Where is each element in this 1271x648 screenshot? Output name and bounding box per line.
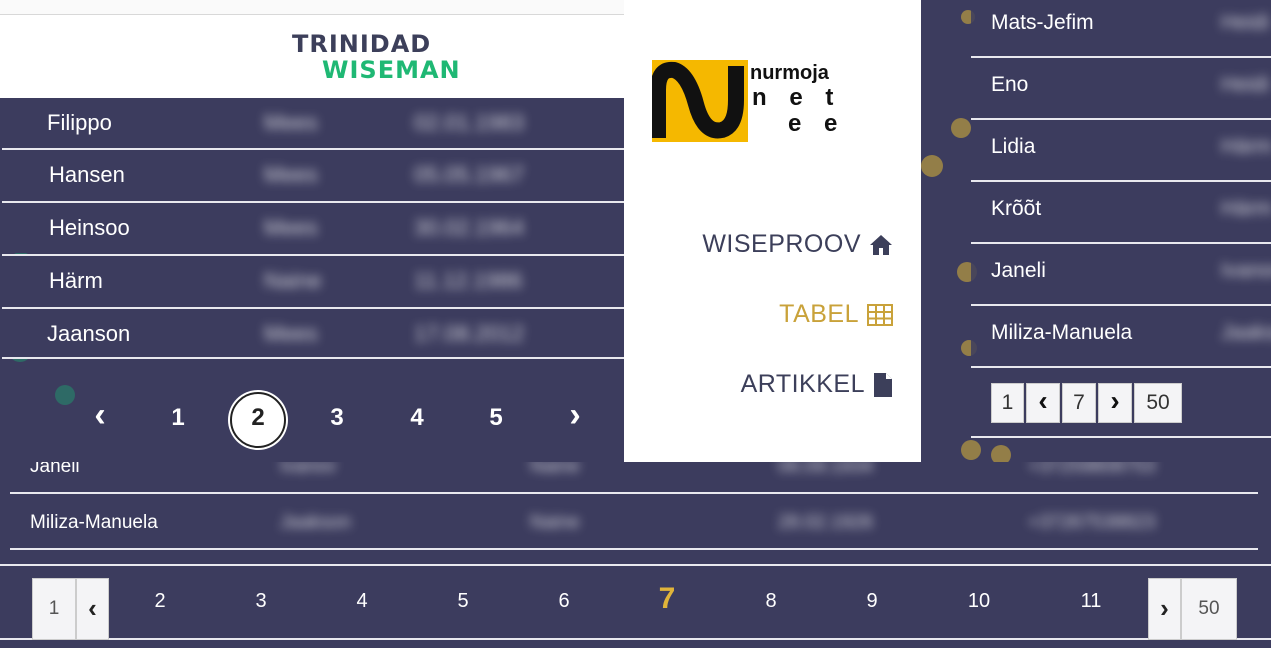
prev-page-button[interactable]: ‹ <box>76 578 109 640</box>
name-cell: Jaanson <box>47 321 131 346</box>
brand-logo-line1: TRINIDAD <box>292 30 432 58</box>
nurmoja-logo: nurmoja n e t e e <box>650 60 852 142</box>
extra-cell: Heidi <box>1221 73 1269 96</box>
page-link[interactable]: 5 <box>443 590 483 613</box>
name-cell: Heinsoo <box>49 215 130 240</box>
extra-cell: Härm <box>1221 135 1271 158</box>
bottom-pagination: 1 ‹ 2 3 4 5 6 7 8 9 10 11 › 50 <box>0 564 1271 640</box>
extra-cell: Ivanov <box>1221 259 1271 282</box>
gender-cell: Naine <box>264 268 322 293</box>
brand-logo-line2: WISEMAN <box>322 56 461 84</box>
table-row[interactable]: Krõõt Härm <box>971 182 1271 244</box>
date-cell: 11.12.1986 <box>414 268 523 293</box>
table-row[interactable]: Eno Heidi <box>971 58 1271 120</box>
date-cell: 30.02.1964 <box>414 215 525 240</box>
page-link[interactable]: 11 <box>1071 590 1111 613</box>
current-page[interactable]: 7 <box>1062 383 1096 423</box>
name-cell: Lidia <box>991 135 1036 158</box>
name-cell: Miliza-Manuela <box>991 321 1133 344</box>
table-row[interactable]: Miliza-Manuela Jaakson <box>971 306 1271 368</box>
name-cell: Janeli <box>991 259 1046 282</box>
extra-cell: Heidi <box>1221 11 1269 34</box>
page-last-button[interactable]: 50 <box>1134 383 1182 423</box>
decor-dot <box>961 440 981 460</box>
page-link[interactable]: 8 <box>751 590 791 613</box>
table-row[interactable]: Heinsoo Mees 30.02.1964 <box>2 201 624 253</box>
logo-text-line3: e e <box>788 110 846 137</box>
page-first-button[interactable]: 1 <box>991 383 1024 423</box>
next-page-button[interactable]: › <box>1148 578 1181 640</box>
name-cell: Hansen <box>49 162 125 187</box>
date-cell: 17.08.2012 <box>414 321 525 346</box>
decor-dot <box>55 385 75 405</box>
phone-cell: +37267538823 <box>1028 512 1156 533</box>
page-link[interactable]: 6 <box>544 590 584 613</box>
page-first-button[interactable]: 1 <box>32 578 76 640</box>
decor-dot <box>951 118 971 138</box>
name-cell: Mats-Jefim <box>991 11 1094 34</box>
page-link[interactable]: 2 <box>140 590 180 613</box>
name-cell: Filippo <box>47 110 112 135</box>
menu-item-artikkel[interactable]: ARTIKKEL <box>741 370 893 399</box>
page-link[interactable]: 5 <box>476 404 516 432</box>
next-page-button[interactable]: › <box>555 396 595 435</box>
table-row[interactable]: Miliza-Manuela Jaakson Naine 28.02.1926 … <box>10 496 1258 550</box>
menu-item-wiseproov[interactable]: WISEPROOV <box>702 230 893 259</box>
address-bar <box>0 0 624 15</box>
page-link[interactable]: 4 <box>342 590 382 613</box>
name-cell: Eno <box>991 73 1029 96</box>
menu-item-tabel[interactable]: TABEL <box>779 300 893 329</box>
home-icon <box>870 234 892 255</box>
name-cell: Krõõt <box>991 197 1042 220</box>
extra-cell: Härm <box>1221 197 1271 220</box>
table-row[interactable]: Filippo Mees 02.01.1983 <box>2 98 624 150</box>
decor-dot <box>921 155 943 177</box>
prev-page-button[interactable]: ‹ <box>1026 383 1060 423</box>
bottom-table: Janeli Ivanov Naine 06.09.1934 +37259808… <box>0 440 1271 648</box>
logo-text-line1: nurmoja <box>750 62 829 84</box>
table-row[interactable]: Härm Naine 11.12.1986 <box>2 254 624 306</box>
logo-text-line2: n e t <box>752 84 842 111</box>
table-icon <box>867 303 893 326</box>
page-link[interactable]: 4 <box>397 404 437 432</box>
surname-cell: Jaakson <box>280 512 351 533</box>
header: TRINIDAD WISEMAN <box>0 0 624 98</box>
page-link[interactable]: 3 <box>241 590 281 613</box>
name-cell: Miliza-Manuela <box>30 512 158 533</box>
logo-mark-icon <box>650 60 748 142</box>
file-icon <box>874 372 892 397</box>
date-cell: 02.01.1983 <box>414 110 525 135</box>
page-last-button[interactable]: 50 <box>1181 578 1237 640</box>
gender-cell: Naine <box>530 512 580 533</box>
date-cell: 28.02.1926 <box>778 512 874 533</box>
gender-cell: Mees <box>264 321 318 346</box>
table-row[interactable]: Hansen Mees 05.05.1967 <box>2 148 624 200</box>
page-link[interactable]: 3 <box>317 404 357 432</box>
menu-item-label: ARTIKKEL <box>740 370 865 398</box>
name-cell: Härm <box>49 268 103 293</box>
table-row[interactable]: Lidia Härm <box>971 120 1271 182</box>
page-link[interactable]: 10 <box>959 590 999 613</box>
table-row[interactable]: Janeli Ivanov <box>971 244 1271 306</box>
date-cell: 05.05.1967 <box>414 162 525 187</box>
page-link-active[interactable]: 2 <box>238 404 278 432</box>
menu-item-label: TABEL <box>779 300 859 328</box>
table-row[interactable]: Mats-Jefim Heidi <box>971 0 1271 58</box>
gender-cell: Mees <box>264 162 318 187</box>
navigation-menu: nurmoja n e t e e WISEPROOV TABEL ARTIKK… <box>624 0 921 462</box>
table-row[interactable]: Jaanson Mees 17.08.2012 <box>2 307 624 359</box>
right-phone-screen: Mats-Jefim Heidi Eno Heidi Lidia Härm Kr… <box>921 0 1271 462</box>
gender-cell: Mees <box>264 110 318 135</box>
left-phone-screen: TRINIDAD WISEMAN Filippo Mees 02.01.1983… <box>0 0 624 462</box>
extra-cell: Jaakson <box>1221 321 1271 344</box>
prev-page-button[interactable]: ‹ <box>80 396 120 435</box>
decor-dot <box>991 445 1011 462</box>
gender-cell: Mees <box>264 215 318 240</box>
page-link[interactable]: 9 <box>852 590 892 613</box>
page-link-active[interactable]: 7 <box>647 582 687 616</box>
divider <box>971 436 1271 438</box>
next-page-button[interactable]: › <box>1098 383 1132 423</box>
page-link[interactable]: 1 <box>158 404 198 432</box>
menu-item-label: WISEPROOV <box>702 230 861 258</box>
